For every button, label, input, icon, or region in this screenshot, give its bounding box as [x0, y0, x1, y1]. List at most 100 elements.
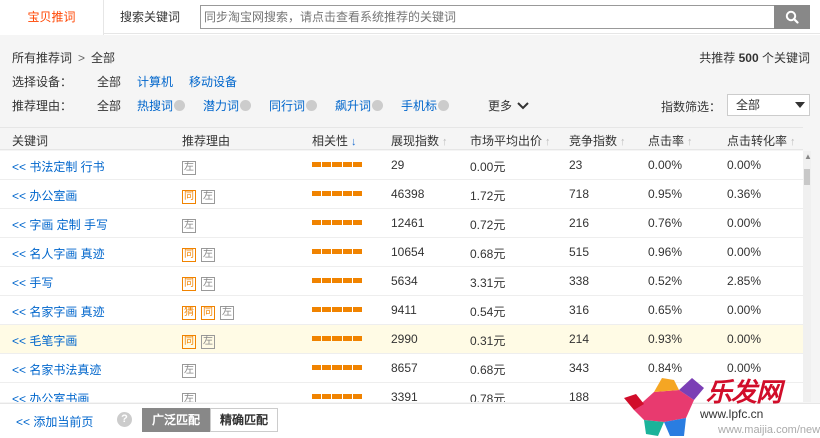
scroll-up-icon[interactable]: ▲ [804, 152, 812, 161]
reason-tag: 左 [201, 277, 215, 291]
relevance-segment [332, 162, 342, 167]
col-relevance[interactable]: 相关性 ↓ [312, 132, 357, 149]
competition-cell: 216 [569, 216, 590, 230]
col-avg-bid[interactable]: 市场平均出价 ↑ [470, 132, 551, 149]
tab-item-recommend[interactable]: 宝贝推词 [0, 0, 104, 35]
table-row[interactable]: << 书法定制 行书 左 29 0.00元 23 0.00% 0.00% [0, 151, 803, 180]
help-icon[interactable]: ? [117, 412, 132, 427]
reason-option-peer[interactable]: 同行词 [269, 97, 318, 115]
reason-tag: 猜 [182, 306, 196, 320]
relevance-segment [342, 191, 352, 196]
relevance-bar [312, 278, 363, 283]
more-button[interactable]: 更多 [488, 97, 530, 115]
reason-tags: 猜同左 [182, 302, 239, 320]
avg-bid-cell: 0.78元 [470, 392, 506, 402]
table-row[interactable]: << 名人字画 真迹 同左 10654 0.68元 515 0.96% 0.00% [0, 238, 803, 267]
relevance-bar [312, 394, 363, 399]
relevance-segment [342, 278, 352, 283]
ctr-cell: 0.00% [648, 158, 683, 172]
cvr-cell: 0.00% [727, 303, 762, 317]
relevance-bar [312, 249, 363, 254]
table-row[interactable]: << 手写 同左 5634 3.31元 338 0.52% 2.85% [0, 267, 803, 296]
col-ctr[interactable]: 点击率 ↑ [648, 132, 693, 149]
relevance-segment [352, 220, 363, 225]
relevance-segment [312, 394, 322, 399]
relevance-segment [312, 307, 322, 312]
reason-option-hot[interactable]: 热搜词 [137, 97, 186, 115]
avg-bid-cell: 3.31元 [470, 276, 506, 290]
device-option-all[interactable]: 全部 [97, 73, 121, 91]
relevance-segment [352, 249, 363, 254]
reason-option-all[interactable]: 全部 [97, 97, 121, 115]
reason-option-mobile[interactable]: 手机标 [401, 97, 450, 115]
keyword-add-link[interactable]: << 手写 [12, 274, 53, 291]
reason-tags: 左 [182, 389, 201, 402]
search-input[interactable] [201, 6, 774, 28]
avg-bid-cell: 0.68元 [470, 363, 506, 377]
device-option-computer[interactable]: 计算机 [137, 73, 173, 91]
table-row[interactable]: << 名家字画 真迹 猜同左 9411 0.54元 316 0.65% 0.00% [0, 296, 803, 325]
reason-option-hot-label: 热搜词 [137, 99, 174, 113]
scrollbar[interactable] [803, 151, 811, 402]
tab-search-keyword[interactable]: 搜索关键词 [104, 0, 196, 34]
exact-match-button[interactable]: 精确匹配 [210, 408, 278, 432]
device-filter-label: 选择设备： [12, 75, 73, 89]
cvr-cell: 0.36% [727, 187, 762, 201]
table-row[interactable]: << 毛笔字画 同左 2990 0.31元 214 0.93% 0.00% [0, 325, 803, 354]
relevance-segment [322, 307, 332, 312]
index-filter-label: 指数筛选： [661, 100, 722, 114]
keyword-add-link[interactable]: << 书法定制 行书 [12, 158, 105, 175]
reason-tag: 左 [182, 219, 196, 233]
col-cvr[interactable]: 点击转化率 ↑ [727, 132, 796, 149]
reason-option-rising[interactable]: 飙升词 [335, 97, 384, 115]
broad-match-button[interactable]: 广泛匹配 [142, 408, 210, 432]
relevance-segment [322, 220, 332, 225]
competition-cell: 23 [569, 158, 583, 172]
reason-option-peer-label: 同行词 [269, 99, 306, 113]
col-impressions-label: 展现指数 [391, 134, 440, 148]
breadcrumb-root[interactable]: 所有推荐词 [12, 51, 72, 65]
relevance-bar [312, 191, 363, 196]
reason-tags: 左 [182, 215, 201, 233]
col-impressions[interactable]: 展现指数 ↑ [391, 132, 448, 149]
reason-option-potential[interactable]: 潜力词 [203, 97, 252, 115]
table-row[interactable]: << 办公室画 同左 46398 1.72元 718 0.95% 0.36% [0, 180, 803, 209]
index-filter-select[interactable]: 全部 [727, 94, 810, 116]
relevance-segment [312, 365, 322, 370]
keyword-add-link[interactable]: << 名家书法真迹 [12, 361, 101, 378]
avg-bid-cell: 0.31元 [470, 334, 506, 348]
keyword-add-link[interactable]: << 名家字画 真迹 [12, 303, 105, 320]
impressions-cell: 8657 [391, 361, 418, 375]
keyword-add-link[interactable]: << 办公室书画 [12, 390, 89, 402]
keyword-add-link[interactable]: << 字画 定制 手写 [12, 216, 108, 233]
relevance-bar [312, 365, 363, 370]
relevance-segment [322, 394, 332, 399]
col-keyword: 关键词 [12, 134, 49, 148]
sort-up-icon: ↑ [442, 136, 448, 148]
device-option-mobile[interactable]: 移动设备 [189, 73, 237, 91]
relevance-segment [322, 278, 332, 283]
sort-down-icon: ↓ [351, 136, 357, 148]
sort-up-icon: ↑ [687, 136, 693, 148]
add-current-page-button[interactable]: << 添加当前页 [16, 413, 93, 430]
relevance-bar [312, 162, 363, 167]
relevance-segment [342, 365, 352, 370]
col-competition[interactable]: 竞争指数 ↑ [569, 132, 626, 149]
keyword-add-link[interactable]: << 名人字画 真迹 [12, 245, 105, 262]
keyword-add-link[interactable]: << 毛笔字画 [12, 332, 77, 349]
avg-bid-cell: 0.72元 [470, 218, 506, 232]
table-body: << 书法定制 行书左 29 0.00元 23 0.00% 0.00% << 办公室画同左 4… [0, 151, 803, 402]
search-button[interactable] [774, 5, 810, 29]
keyword-add-link[interactable]: << 办公室画 [12, 187, 77, 204]
ctr-cell: 0.93% [648, 332, 683, 346]
scrollbar-thumb[interactable] [804, 169, 810, 185]
peer-dot-icon [306, 100, 318, 111]
reason-tag: 同 [182, 277, 196, 291]
breadcrumb-current: 全部 [91, 51, 116, 65]
relevance-segment [312, 278, 322, 283]
avg-bid-cell: 0.00元 [470, 160, 506, 174]
rising-dot-icon [372, 100, 384, 111]
table-row[interactable]: << 字画 定制 手写 左 12461 0.72元 216 0.76% 0.00% [0, 209, 803, 238]
reason-option-mobile-label: 手机标 [401, 99, 438, 113]
relevance-segment [312, 162, 322, 167]
